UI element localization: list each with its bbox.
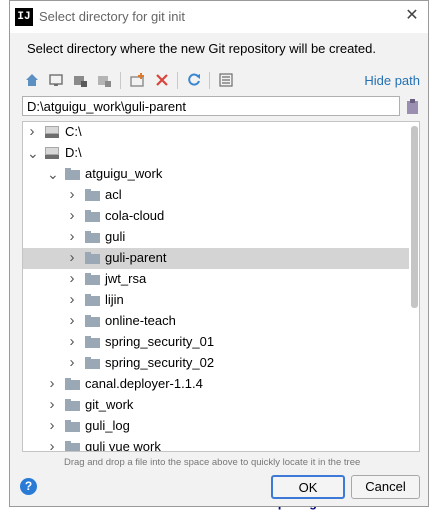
chevron-right-icon[interactable]: › [67,187,77,202]
folder-icon [65,399,80,411]
folder-icon [85,210,100,222]
tree-row[interactable]: › jwt_rsa [23,269,409,290]
tree-row[interactable]: › guli vue work [23,437,409,452]
chevron-right-icon[interactable]: › [67,313,77,328]
tree-row-label: lijin [105,292,124,307]
hide-path-link[interactable]: Hide path [364,73,420,88]
directory-tree[interactable]: › C:\ ⌄ D:\ ⌄ atguigu_work › acl › cola-cloud › gul… [22,121,420,452]
chevron-right-icon[interactable]: › [67,229,77,244]
tree-row-label: atguigu_work [85,166,163,181]
folder-icon [65,420,80,432]
tree-row-label: D:\ [65,145,82,160]
chevron-right-icon[interactable]: › [67,250,77,265]
tree-row-label: git_work [85,397,134,412]
tree-row-label: canal.deployer-1.1.4 [85,376,203,391]
delete-icon[interactable] [152,70,172,90]
folder-icon [85,273,100,285]
module-icon[interactable] [94,70,114,90]
tree-row-label: acl [105,187,122,202]
help-button[interactable]: ? [20,478,37,495]
folder-icon [65,378,80,390]
tree-row[interactable]: › guli [23,227,409,248]
folder-icon [85,336,100,348]
tree-row-label: guli-parent [105,250,167,265]
chevron-right-icon[interactable]: › [47,439,57,451]
refresh-icon[interactable] [184,70,204,90]
tree-row[interactable]: › acl [23,185,409,206]
drive-icon [45,126,59,138]
cancel-button[interactable]: Cancel [351,475,420,499]
tree-row[interactable]: › spring_security_02 [23,353,409,374]
show-hidden-icon[interactable] [216,70,236,90]
home-icon[interactable] [22,70,42,90]
chevron-right-icon[interactable]: › [67,334,77,349]
folder-icon [85,357,100,369]
chevron-right-icon[interactable]: › [67,355,77,370]
tree-row[interactable]: ⌄ atguigu_work [23,164,409,185]
tree-row[interactable]: › C:\ [23,122,409,143]
folder-icon [85,252,100,264]
dialog-description: Select directory where the new Git repos… [27,41,376,56]
tree-scrollbar[interactable] [411,126,418,308]
tree-row-label: online-teach [105,313,176,328]
tree-row-label: C:\ [65,124,82,139]
ok-button[interactable]: OK [271,475,345,499]
tree-row[interactable]: › guli-parent [23,248,409,269]
tree-row-label: cola-cloud [105,208,165,223]
drive-icon [45,147,59,159]
title-bar: IJ Select directory for git init ✕ [10,1,428,33]
chevron-down-icon[interactable]: ⌄ [47,167,59,181]
folder-icon [65,441,80,451]
toolbar-separator [177,72,178,89]
chevron-right-icon[interactable]: › [27,124,37,139]
folder-icon [85,189,100,201]
chevron-right-icon[interactable]: › [47,418,57,433]
tree-row-label: guli vue work [85,439,161,452]
tree-row[interactable]: › lijin [23,290,409,311]
paste-path-icon[interactable] [405,97,421,115]
tree-row[interactable]: › git_work [23,395,409,416]
dialog-title: Select directory for git init [39,9,185,24]
tree-row-label: guli_log [85,418,130,433]
folder-icon [85,294,100,306]
path-field[interactable] [22,96,400,116]
tree-row[interactable]: ⌄ D:\ [23,143,409,164]
chevron-right-icon[interactable]: › [47,397,57,412]
chevron-down-icon[interactable]: ⌄ [27,146,39,160]
chevron-right-icon[interactable]: › [67,271,77,286]
project-icon[interactable] [70,70,90,90]
folder-icon [85,231,100,243]
new-folder-icon[interactable] [128,70,148,90]
tree-row-label: spring_security_02 [105,355,215,370]
close-icon[interactable]: ✕ [402,6,422,26]
folder-icon [85,315,100,327]
tree-row[interactable]: › canal.deployer-1.1.4 [23,374,409,395]
tree-row-label: jwt_rsa [105,271,147,286]
select-directory-dialog: IJ Select directory for git init ✕ Selec… [9,0,429,507]
tree-row-label: spring_security_01 [105,334,215,349]
tree-row[interactable]: › cola-cloud [23,206,409,227]
chevron-right-icon[interactable]: › [67,208,77,223]
toolbar: Hide path [22,68,420,94]
toolbar-separator [209,72,210,89]
tree-row[interactable]: › online-teach [23,311,409,332]
tree-row-label: guli [105,229,126,244]
desktop-icon[interactable] [46,70,66,90]
chevron-right-icon[interactable]: › [47,376,57,391]
toolbar-separator [120,72,121,89]
folder-icon [65,168,80,180]
tree-row[interactable]: › guli_log [23,416,409,437]
chevron-right-icon[interactable]: › [67,292,77,307]
intellij-app-icon: IJ [15,8,33,26]
drag-drop-hint: Drag and drop a file into the space abov… [64,457,361,468]
tree-row[interactable]: › spring_security_01 [23,332,409,353]
